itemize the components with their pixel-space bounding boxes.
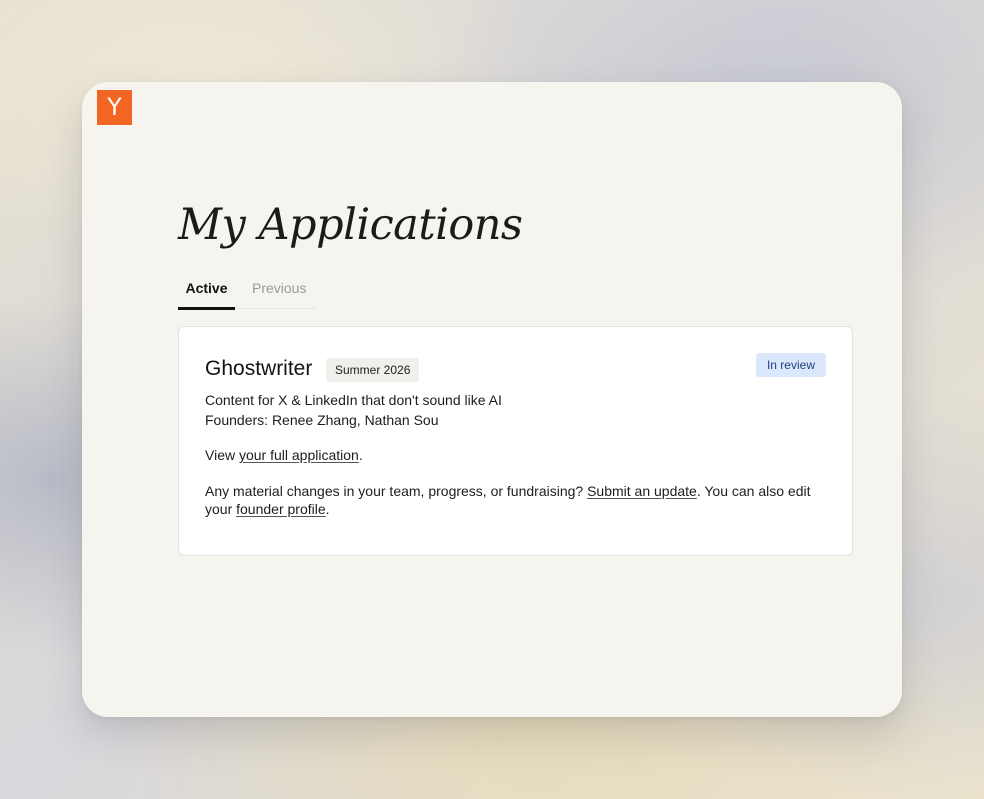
view-suffix: . — [358, 447, 363, 463]
submit-update-link[interactable]: Submit an update — [587, 483, 697, 499]
page-title: My Applications — [178, 200, 523, 250]
view-prefix: View — [205, 447, 239, 463]
yc-logo[interactable]: Y — [97, 90, 132, 125]
tab-active[interactable]: Active — [178, 280, 235, 310]
changes-prefix: Any material changes in your team, progr… — [205, 483, 588, 499]
application-tabs: Active Previous — [178, 276, 316, 310]
founder-profile-link[interactable]: founder profile — [236, 501, 326, 517]
changes-suffix: . — [325, 501, 330, 517]
company-tagline: Content for X & LinkedIn that don't soun… — [205, 392, 502, 408]
status-badge: In review — [755, 353, 826, 377]
full-application-link[interactable]: your full application — [239, 447, 359, 463]
company-name: Ghostwriter — [205, 357, 313, 380]
material-changes-text: Any material changes in your team, progr… — [205, 482, 825, 518]
founder-name: Renee Zhang, — [271, 412, 361, 428]
applications-card: Y My Applications Active Previous Ghostw… — [82, 82, 902, 717]
founder-name: Nathan Sou — [364, 412, 439, 428]
founders-line: Founders: Renee Zhang, Nathan Sou — [205, 412, 439, 428]
tab-previous[interactable]: Previous — [252, 280, 306, 296]
batch-badge: Summer 2026 — [326, 358, 420, 382]
view-application-line: View your full application. — [205, 447, 363, 463]
application-card: Ghostwriter Summer 2026 In review Conten… — [178, 326, 853, 556]
founders-label: Founders: — [205, 412, 269, 428]
